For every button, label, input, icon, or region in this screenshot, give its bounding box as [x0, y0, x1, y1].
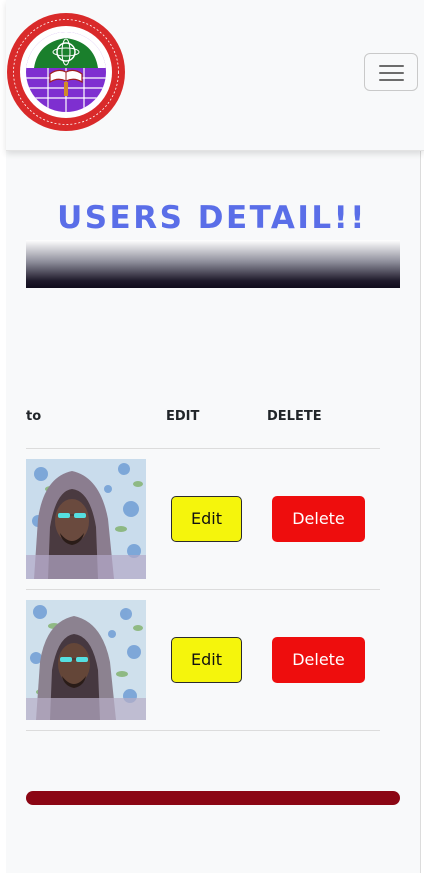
page-title: USERS DETAIL!! — [57, 200, 367, 236]
column-header-edit: EDIT — [166, 409, 200, 424]
edit-button[interactable]: Edit — [171, 496, 242, 542]
hamburger-menu-icon — [379, 65, 404, 67]
table-row-divider — [26, 589, 380, 590]
page: USERS DETAIL!! to EDIT DELETE Edit Delet… — [0, 0, 424, 873]
navbar-toggler-button[interactable] — [364, 53, 418, 91]
hamburger-bar — [379, 79, 404, 81]
user-photo — [26, 459, 146, 579]
edit-button[interactable]: Edit — [171, 637, 242, 683]
navbar — [6, 0, 424, 151]
hamburger-bar — [379, 72, 404, 74]
footer-bar — [26, 791, 400, 805]
column-header-photo: to — [26, 409, 42, 424]
university-logo[interactable] — [6, 12, 126, 132]
user-photo — [26, 600, 146, 720]
table-header-divider — [26, 448, 380, 449]
delete-button[interactable]: Delete — [272, 496, 365, 542]
decorative-gradient-band — [26, 240, 400, 288]
table-row-divider — [26, 730, 380, 731]
column-header-delete: DELETE — [267, 409, 322, 424]
delete-button[interactable]: Delete — [272, 637, 365, 683]
